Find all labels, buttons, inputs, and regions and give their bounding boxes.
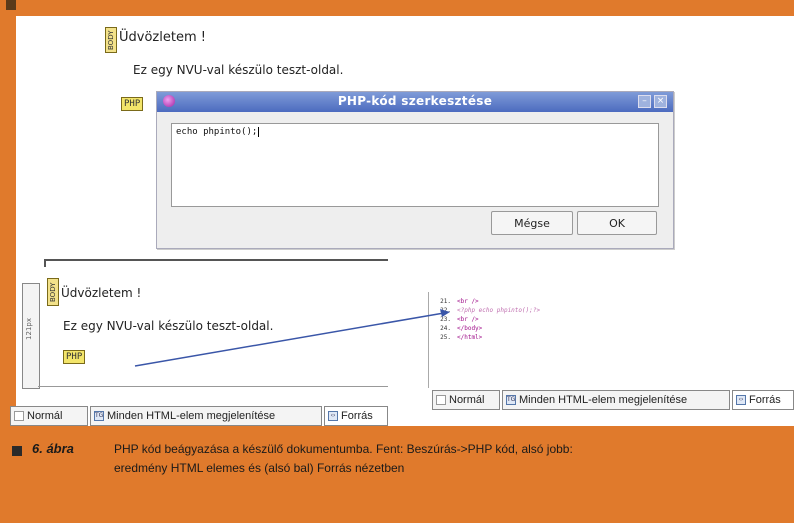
- side-ruler: 121px: [22, 283, 40, 389]
- source-icon: ‹›: [328, 411, 338, 421]
- body-text: Ez egy NVU-val készülo teszt-oldal.: [133, 63, 344, 77]
- code-line: 24. </body>: [440, 325, 483, 332]
- minimize-icon[interactable]: –: [638, 95, 651, 108]
- caption-bullet: [12, 446, 22, 456]
- app-icon: [163, 95, 175, 107]
- document-icon: [436, 395, 446, 405]
- source-view-pane: 21. <br /> 22. <?php echo phpinto();?> 23.…: [428, 292, 794, 388]
- greeting-text-left: Üdvözletem !: [61, 286, 142, 300]
- code-line: 23. <br />: [440, 316, 479, 323]
- tab-all-html-elements-right[interactable]: TG Minden HTML-elem megjelenítése: [502, 390, 730, 410]
- tab-label: Normál: [449, 394, 485, 406]
- top-ruler: [44, 259, 388, 261]
- tab-normal[interactable]: Normál: [10, 406, 88, 426]
- body-text-left: Ez egy NVU-val készülo teszt-oldal.: [63, 319, 274, 333]
- top-strip: [0, 0, 794, 16]
- html-tags-icon: TG: [506, 395, 516, 405]
- tab-all-html-elements[interactable]: TG Minden HTML-elem megjelenítése: [90, 406, 322, 426]
- php-tag-badge[interactable]: PHP: [121, 97, 144, 111]
- code-line: 22. <?php echo phpinto();?>: [440, 307, 541, 314]
- php-tag-badge-left[interactable]: PHP: [63, 350, 86, 364]
- cancel-button[interactable]: Mégse: [491, 211, 573, 235]
- right-tab-bar: Normál TG Minden HTML-elem megjelenítése …: [432, 390, 794, 410]
- tab-label: Forrás: [341, 410, 373, 422]
- tab-normal-right[interactable]: Normál: [432, 390, 500, 410]
- corner-marker: [6, 0, 16, 10]
- tab-label: Forrás: [749, 394, 781, 406]
- php-code-textarea[interactable]: echo phpinto();: [171, 123, 659, 207]
- tab-source[interactable]: ‹› Forrás: [324, 406, 388, 426]
- dialog-title: PHP-kód szerkesztése: [337, 94, 493, 108]
- code-line: 21. <br />: [440, 298, 479, 305]
- code-text: echo phpinto();: [176, 127, 258, 137]
- ok-button[interactable]: OK: [577, 211, 657, 235]
- greeting-text: Üdvözletem !: [119, 30, 206, 45]
- tab-label: Minden HTML-elem megjelenítése: [107, 410, 276, 422]
- ruler-label: 121px: [25, 318, 33, 340]
- window-controls: – ×: [638, 95, 668, 108]
- text-cursor: [258, 127, 260, 137]
- left-tab-bar: Normál TG Minden HTML-elem megjelenítése …: [10, 406, 388, 426]
- document-icon: [14, 411, 24, 421]
- code-line: 25. </html>: [440, 334, 483, 341]
- tab-source-right[interactable]: ‹› Forrás: [732, 390, 794, 410]
- source-icon: ‹›: [736, 395, 746, 405]
- tab-label: Minden HTML-elem megjelenítése: [519, 394, 688, 406]
- caption-line-2: eredmény HTML elemes és (alsó bal) Forrá…: [114, 461, 405, 475]
- body-tag-badge-left[interactable]: BODY: [47, 278, 59, 306]
- pane-divider: [38, 386, 388, 387]
- caption-line-1: PHP kód beágyazása a készülő dokumentumb…: [114, 442, 573, 456]
- dialog-title-bar[interactable]: PHP-kód szerkesztése: [157, 92, 673, 112]
- php-code-dialog: PHP-kód szerkesztése – × echo phpinto();…: [156, 91, 674, 249]
- html-tags-icon: TG: [94, 411, 104, 421]
- close-icon[interactable]: ×: [654, 95, 667, 108]
- figure-label: 6. ábra: [32, 441, 74, 456]
- body-tag-badge[interactable]: BODY: [105, 27, 117, 53]
- tab-label: Normál: [27, 410, 63, 422]
- ruler-tick: [44, 261, 46, 267]
